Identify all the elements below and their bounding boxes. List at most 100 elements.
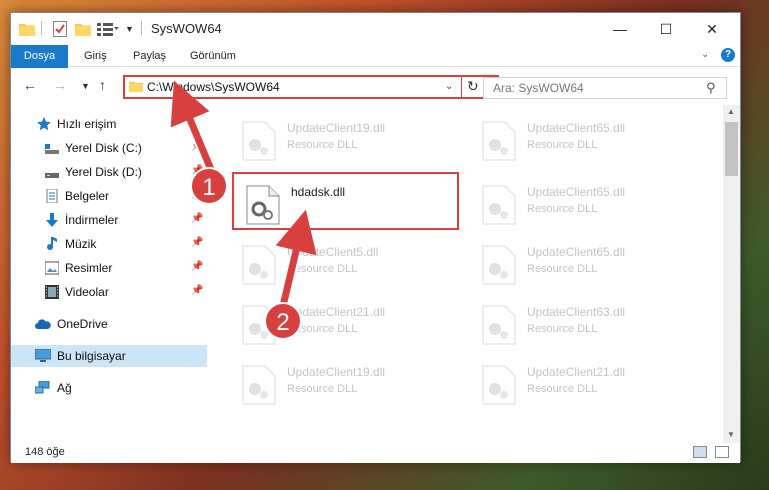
sidebar-item-label: Ağ [57,381,72,395]
navigation-pane: Hızlı erişim Yerel Disk (C:) 📌 Yerel Dis… [11,105,207,443]
sidebar-item-documents[interactable]: Belgeler 📌 [11,185,207,207]
file-type: Resource DLL [527,139,598,151]
ribbon-tabs: Dosya Giriş Paylaş Görünüm ⌄ ? [11,45,740,101]
search-icon[interactable]: ⚲ [706,80,716,96]
file-item[interactable]: UpdateClient65.dll Resource DLL [481,241,701,297]
picture-icon [44,261,60,275]
scroll-thumb[interactable] [725,122,738,176]
sidebar-item-label: OneDrive [57,317,108,331]
file-item[interactable]: UpdateClient5.dll Resource DLL [241,241,461,297]
file-item[interactable]: UpdateClient65.dll Resource DLL [481,117,701,173]
dll-file-icon [241,121,277,161]
file-name: UpdateClient63.dll [527,305,626,319]
music-icon [45,237,59,251]
sidebar-item-label: İndirmeler [65,213,119,227]
forward-arrow-icon[interactable]: → [53,77,67,93]
tab-share[interactable]: Paylaş [122,45,177,67]
item-count: 148 öğe [25,446,65,458]
sidebar-item-videos[interactable]: Videolar 📌 [11,281,207,303]
dll-file-icon [241,365,277,405]
sidebar-item-this-pc[interactable]: Bu bilgisayar [11,345,207,367]
sidebar-item-label: Resimler [65,261,113,275]
scroll-up-icon[interactable]: ▲ [727,107,735,116]
file-list: UpdateClient19.dll Resource DLL UpdateCl… [215,105,723,443]
step-badge-1: 1 [190,167,228,205]
vertical-scrollbar[interactable]: ▲ ▼ [723,105,740,443]
sidebar-item-network[interactable]: Ağ [11,377,207,399]
pin-icon[interactable]: 📌 [191,141,203,152]
address-bar[interactable]: C:\Windows\SysWOW64 ⌄ ↻ [123,75,499,99]
folder-icon [129,80,143,95]
sidebar-item-quick-access[interactable]: Hızlı erişim [11,113,207,135]
recent-locations-icon[interactable]: ▼ [81,81,90,91]
sidebar-item-label: Hızlı erişim [57,117,117,131]
toolbar-divider [41,21,42,35]
up-arrow-icon[interactable]: ↑ [99,77,106,93]
file-type: Resource DLL [527,263,598,275]
file-item[interactable]: UpdateClient19.dll Resource DLL [241,361,461,417]
dll-file-icon [481,305,517,345]
maximize-button[interactable]: ☐ [643,13,689,45]
star-icon [37,117,51,131]
sidebar-item-pictures[interactable]: Resimler 📌 [11,257,207,279]
pin-icon[interactable]: 📌 [191,285,203,296]
drive-icon [45,141,59,155]
tab-home[interactable]: Giriş [73,45,118,67]
network-icon [34,380,50,395]
file-type: Resource DLL [287,263,358,275]
sidebar-item-label: Bu bilgisayar [57,349,126,363]
sidebar-item-label: Belgeler [65,189,110,203]
sidebar-item-music[interactable]: Müzik 📌 [11,233,207,255]
help-icon[interactable]: ? [721,48,735,62]
details-view-icon[interactable] [693,446,707,458]
file-item[interactable]: UpdateClient63.dll Resource DLL [481,301,701,357]
sidebar-item-drive-c[interactable]: Yerel Disk (C:) 📌 [11,137,207,159]
expand-ribbon-icon[interactable]: ⌄ [701,49,709,60]
document-icon [45,188,59,204]
back-arrow-icon[interactable]: ← [23,77,37,93]
file-type: Resource DLL [527,203,598,215]
file-item[interactable]: UpdateClient21.dll Resource DLL [481,361,701,417]
tab-view[interactable]: Görünüm [179,45,247,67]
quick-access-dropdown-icon[interactable]: ▼ [125,20,134,38]
window-title: SysWOW64 [151,21,222,36]
pin-icon[interactable]: 📌 [191,213,203,224]
address-path[interactable]: C:\Windows\SysWOW64 [147,80,280,94]
pin-icon[interactable]: 📌 [191,237,203,248]
new-folder-icon[interactable] [75,20,91,38]
pin-icon[interactable]: 📌 [191,261,203,272]
folder-icon[interactable] [19,20,35,38]
navigation-bar: ← → ▼ ↑ C:\Windows\SysWOW64 ⌄ ↻ Ara: Sys… [11,68,740,104]
refresh-icon[interactable]: ↻ [467,78,479,95]
address-divider [461,77,462,97]
scroll-down-icon[interactable]: ▼ [727,430,735,439]
explorer-window: ▼ SysWOW64 — ☐ ✕ Dosya Giriş Paylaş Görü… [10,12,741,463]
cloud-icon [35,317,51,331]
search-input[interactable]: Ara: SysWOW64 [493,81,584,95]
dll-file-icon [481,185,517,225]
close-button[interactable]: ✕ [689,13,735,45]
address-dropdown-icon[interactable]: ⌄ [445,81,453,92]
search-box[interactable]: Ara: SysWOW64 ⚲ [483,77,727,99]
file-type: Resource DLL [287,383,358,395]
title-bar: ▼ SysWOW64 — ☐ ✕ [11,13,740,45]
dll-file-icon [481,121,517,161]
minimize-button[interactable]: — [597,13,643,45]
sidebar-item-label: Videolar [65,285,109,299]
large-icons-view-icon[interactable] [715,446,729,458]
properties-check-icon[interactable] [53,20,67,38]
sidebar-item-drive-d[interactable]: Yerel Disk (D:) 📌 [11,161,207,183]
file-type: Resource DLL [287,139,358,151]
file-type: Resource DLL [527,383,598,395]
sidebar-item-label: Yerel Disk (D:) [65,165,142,179]
file-item[interactable]: UpdateClient19.dll Resource DLL [241,117,461,173]
customize-list-icon[interactable] [97,20,119,38]
file-item[interactable]: UpdateClient65.dll Resource DLL [481,181,701,237]
download-icon [45,213,59,227]
file-name: UpdateClient5.dll [287,245,379,259]
sidebar-item-onedrive[interactable]: OneDrive [11,313,207,335]
toolbar-divider [141,21,142,35]
drive-icon [45,165,59,179]
file-name: UpdateClient19.dll [287,121,386,135]
sidebar-item-downloads[interactable]: İndirmeler 📌 [11,209,207,231]
